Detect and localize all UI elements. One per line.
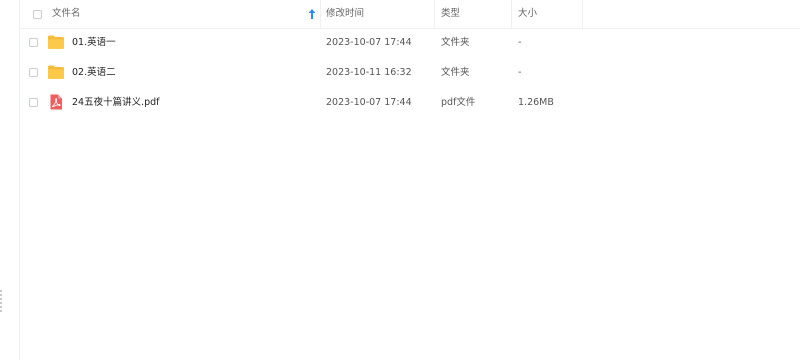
row-checkbox[interactable] [29,68,38,77]
file-table: 文件名 修改时间 类型 大小 01.英语一 2023-10-07 17:44 文… [20,0,800,110]
table-row[interactable]: 01.英语一 2023-10-07 17:44 文件夹 - [20,28,800,58]
column-separator [582,0,584,28]
row-checkbox[interactable] [29,98,38,107]
file-type: pdf文件 [441,97,476,108]
table-row[interactable]: 24五夜十篇讲义.pdf 2023-10-07 17:44 pdf文件 1.26… [20,88,800,118]
folder-icon [48,65,64,79]
file-type: 文件夹 [441,67,470,78]
file-type: 文件夹 [441,37,470,48]
row-checkbox[interactable] [29,38,38,47]
column-header-type[interactable]: 类型 [434,0,517,28]
file-modified-time: 2023-10-07 17:44 [326,37,412,48]
file-size: 1.26MB [518,97,554,108]
file-modified-time: 2023-10-11 16:32 [326,67,412,78]
column-header-size[interactable]: 大小 [511,0,588,28]
folder-icon [48,35,64,49]
file-size: - [518,67,522,78]
resize-handle[interactable] [0,290,2,312]
pdf-icon [50,94,62,110]
column-header-name[interactable]: 文件名 [52,0,81,28]
select-all-checkbox[interactable] [33,10,42,19]
column-header-modified[interactable]: 修改时间 [320,0,439,28]
file-list: 01.英语一 2023-10-07 17:44 文件夹 - 02.英语二 202… [20,28,800,118]
file-name[interactable]: 24五夜十篇讲义.pdf [72,88,160,118]
file-size: - [518,37,522,48]
file-name[interactable]: 01.英语一 [72,28,116,58]
left-panel-border [0,0,20,360]
table-row[interactable]: 02.英语二 2023-10-11 16:32 文件夹 - [20,58,800,88]
file-name[interactable]: 02.英语二 [72,58,116,88]
sort-ascending-icon[interactable] [308,9,316,19]
table-header: 文件名 修改时间 类型 大小 [20,0,800,29]
file-modified-time: 2023-10-07 17:44 [326,97,412,108]
